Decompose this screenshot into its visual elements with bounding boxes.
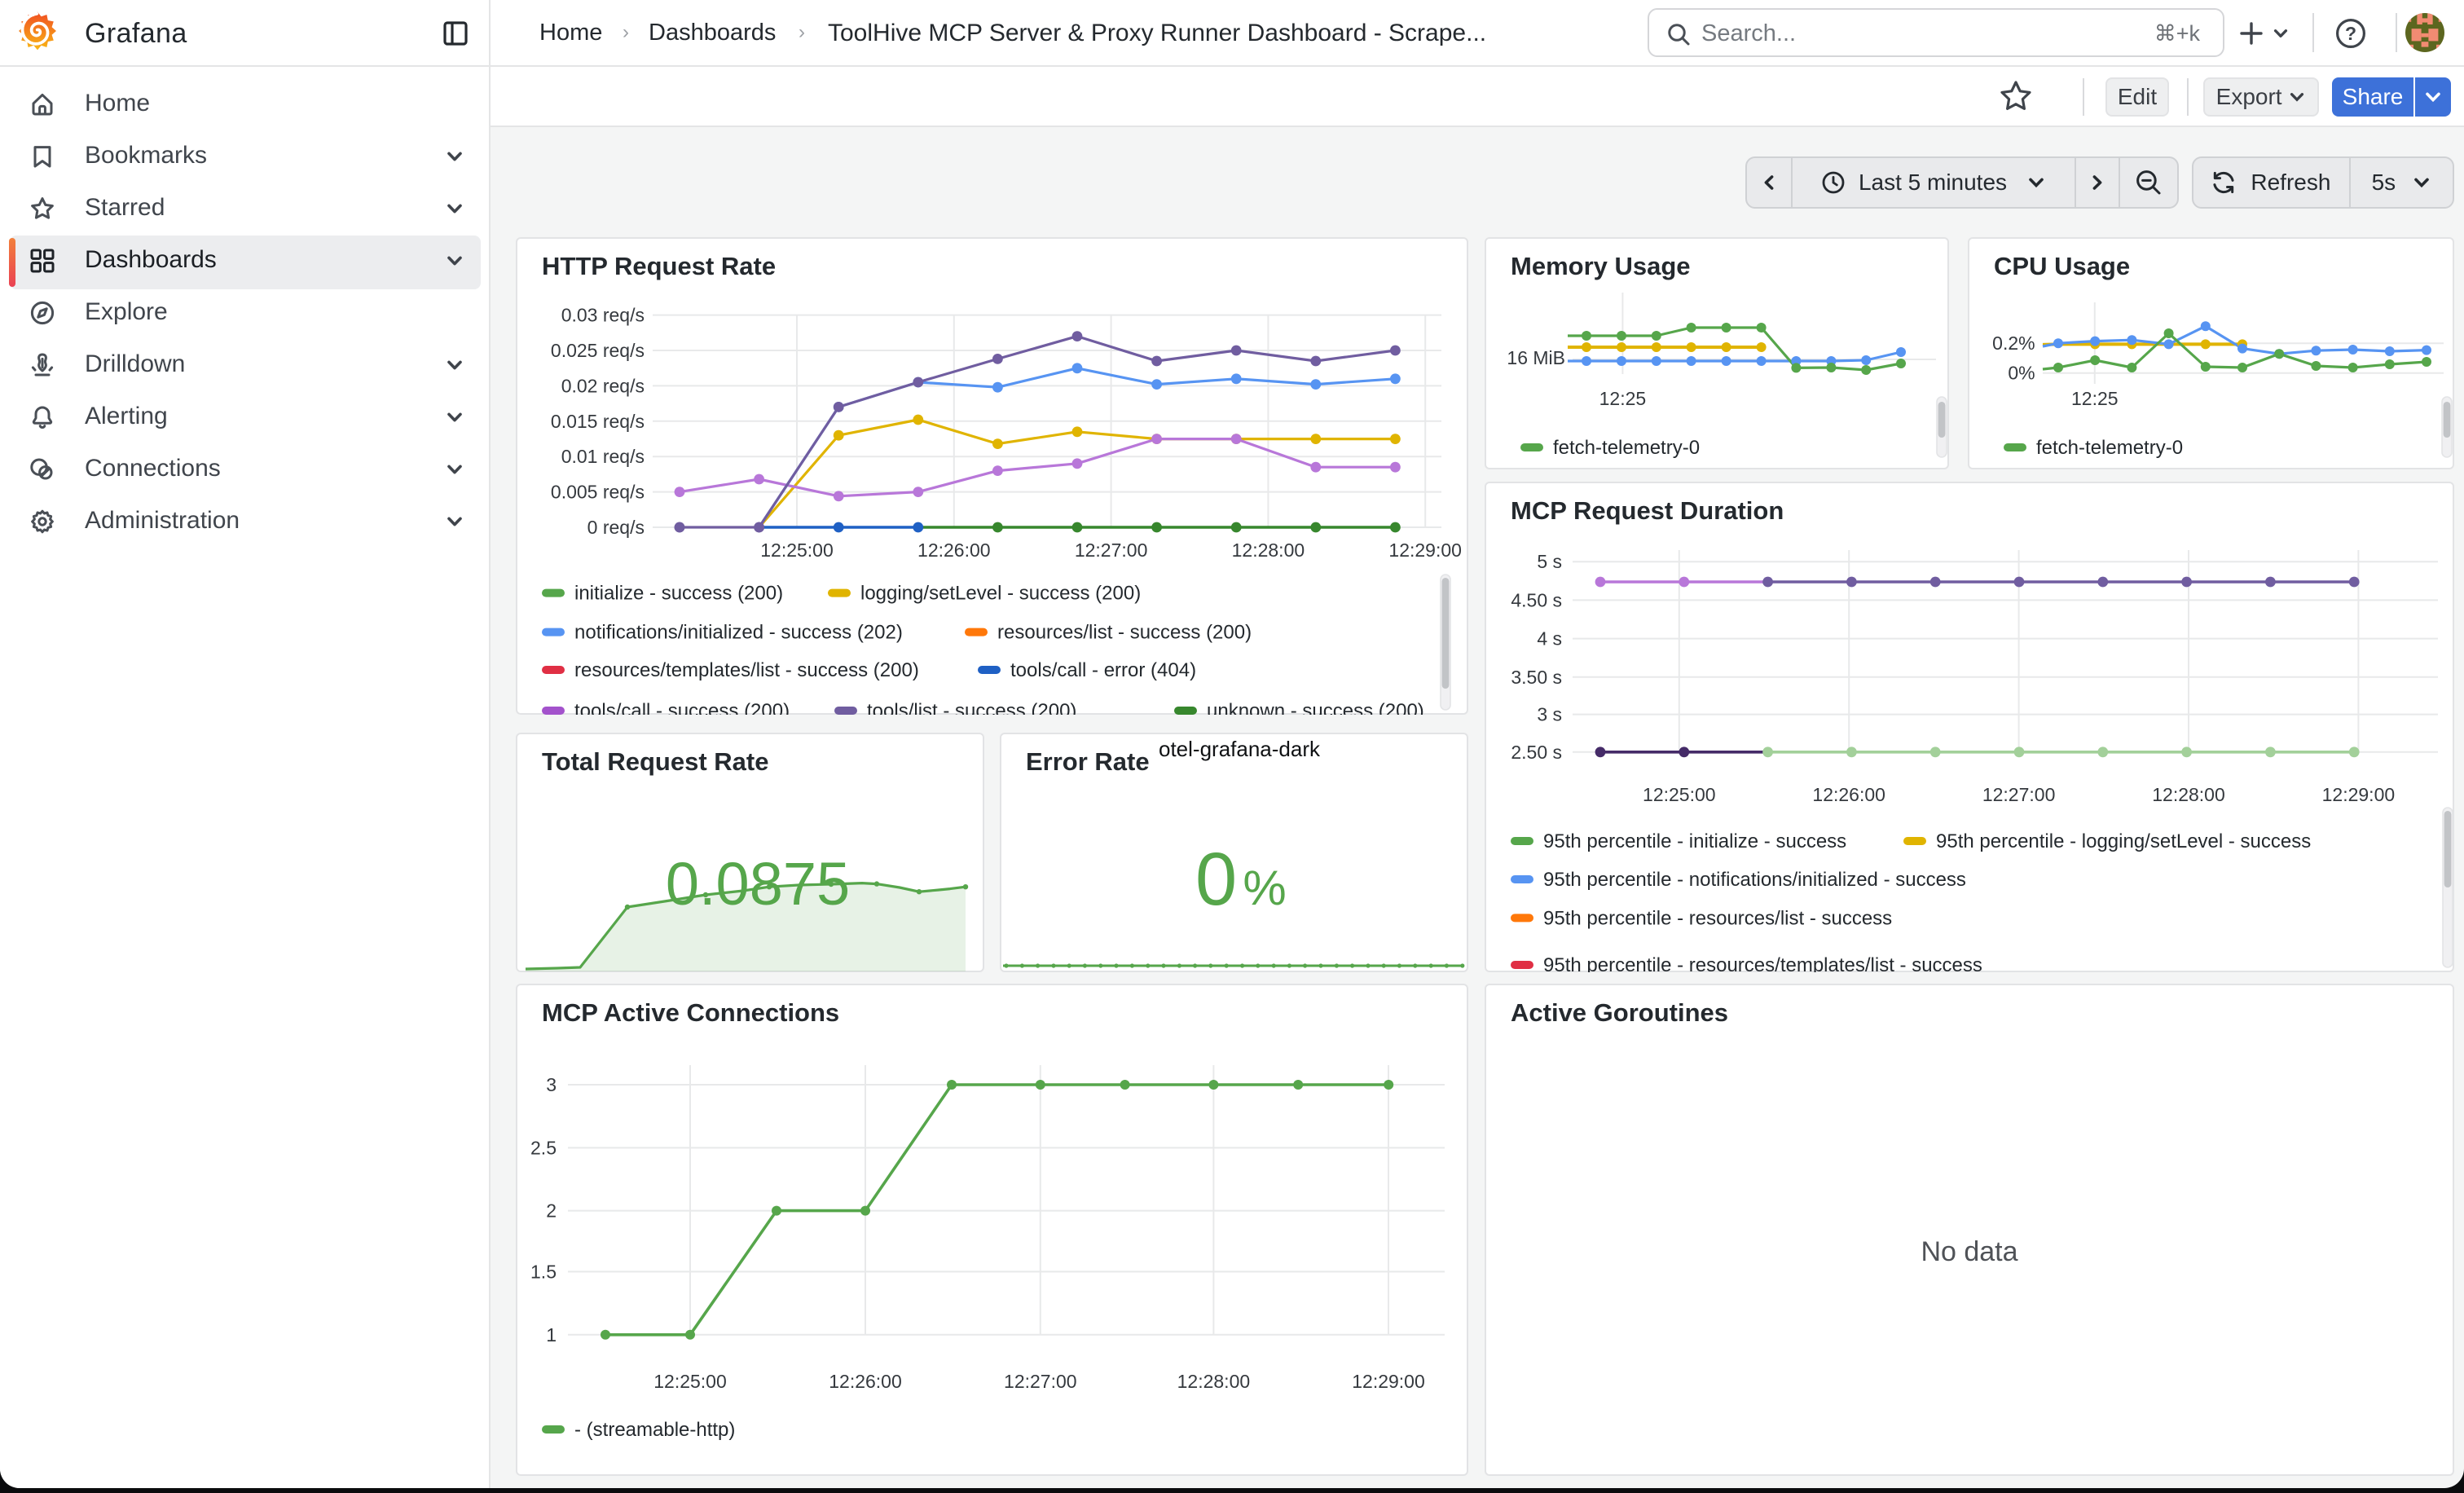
svg-text:resources/templates/list - suc: resources/templates/list - success (200) — [574, 659, 919, 681]
svg-text:resources/list - success (200): resources/list - success (200) — [997, 622, 1252, 644]
svg-text:1: 1 — [546, 1324, 557, 1345]
svg-text:%: % — [1243, 861, 1286, 915]
svg-text:12:26:00: 12:26:00 — [917, 540, 991, 561]
svg-text:- (streamable-http): - (streamable-http) — [574, 1419, 735, 1441]
svg-text:2.5: 2.5 — [530, 1137, 557, 1158]
svg-text:2: 2 — [546, 1200, 557, 1222]
svg-text:0.005 req/s: 0.005 req/s — [551, 482, 645, 503]
svg-text:3.50 s: 3.50 s — [1511, 667, 1562, 688]
svg-text:unknown - success (200): unknown - success (200) — [1207, 700, 1424, 715]
svg-text:12:25:00: 12:25:00 — [653, 1371, 727, 1392]
svg-text:12:29:00: 12:29:00 — [1388, 540, 1462, 561]
svg-text:12:25: 12:25 — [1599, 388, 1647, 409]
svg-text:0.2%: 0.2% — [1992, 333, 2035, 354]
svg-text:3 s: 3 s — [1537, 704, 1562, 725]
svg-text:fetch-telemetry-0: fetch-telemetry-0 — [1553, 437, 1700, 459]
svg-text:12:25: 12:25 — [2071, 388, 2119, 409]
svg-text:tools/list - success (200): tools/list - success (200) — [867, 700, 1076, 715]
svg-text:95th percentile - notification: 95th percentile - notifications/initiali… — [1543, 869, 1966, 891]
svg-text:fetch-telemetry-0: fetch-telemetry-0 — [2036, 437, 2183, 459]
svg-text:95th percentile - resources/te: 95th percentile - resources/templates/li… — [1543, 954, 1982, 972]
svg-text:0.03 req/s: 0.03 req/s — [561, 305, 645, 326]
svg-text:95th percentile - initialize -: 95th percentile - initialize - success — [1543, 830, 1846, 852]
svg-text:0.01 req/s: 0.01 req/s — [561, 446, 645, 467]
svg-text:4.50 s: 4.50 s — [1511, 589, 1562, 610]
svg-text:12:28:00: 12:28:00 — [2152, 784, 2225, 805]
svg-text:initialize - success (200): initialize - success (200) — [574, 583, 783, 605]
svg-text:logging/setLevel - success (20: logging/setLevel - success (200) — [860, 583, 1141, 605]
svg-text:16 MiB: 16 MiB — [1507, 347, 1565, 368]
svg-text:12:27:00: 12:27:00 — [1075, 540, 1148, 561]
svg-text:5 s: 5 s — [1537, 551, 1562, 572]
svg-text:0: 0 — [1195, 838, 1237, 921]
svg-text:0.02 req/s: 0.02 req/s — [561, 375, 645, 396]
svg-text:tools/call - success (200): tools/call - success (200) — [574, 700, 790, 715]
svg-text:0%: 0% — [2008, 363, 2035, 384]
svg-text:95th percentile - resources/li: 95th percentile - resources/list - succe… — [1543, 907, 1892, 929]
svg-text:12:28:00: 12:28:00 — [1232, 540, 1305, 561]
svg-text:12:25:00: 12:25:00 — [1643, 784, 1716, 805]
svg-text:3: 3 — [546, 1074, 557, 1095]
svg-text:notifications/initialized - su: notifications/initialized - success (202… — [574, 622, 903, 644]
svg-text:12:26:00: 12:26:00 — [1812, 784, 1885, 805]
svg-text:0 req/s: 0 req/s — [587, 517, 645, 538]
svg-text:12:27:00: 12:27:00 — [1004, 1371, 1077, 1392]
svg-text:95th percentile - logging/setL: 95th percentile - logging/setLevel - suc… — [1936, 830, 2311, 852]
svg-text:1.5: 1.5 — [530, 1261, 557, 1282]
svg-text:12:25:00: 12:25:00 — [760, 540, 834, 561]
svg-text:0.025 req/s: 0.025 req/s — [551, 340, 645, 361]
svg-text:12:29:00: 12:29:00 — [1352, 1371, 1425, 1392]
svg-text:2.50 s: 2.50 s — [1511, 742, 1562, 763]
svg-text:0.015 req/s: 0.015 req/s — [551, 411, 645, 432]
svg-text:12:26:00: 12:26:00 — [829, 1371, 902, 1392]
svg-text:12:27:00: 12:27:00 — [1982, 784, 2056, 805]
svg-text:?: ? — [2345, 23, 2356, 44]
svg-text:12:28:00: 12:28:00 — [1177, 1371, 1251, 1392]
svg-text:12:29:00: 12:29:00 — [2322, 784, 2396, 805]
svg-text:tools/call - error (404): tools/call - error (404) — [1010, 659, 1196, 681]
svg-text:4 s: 4 s — [1537, 628, 1562, 650]
